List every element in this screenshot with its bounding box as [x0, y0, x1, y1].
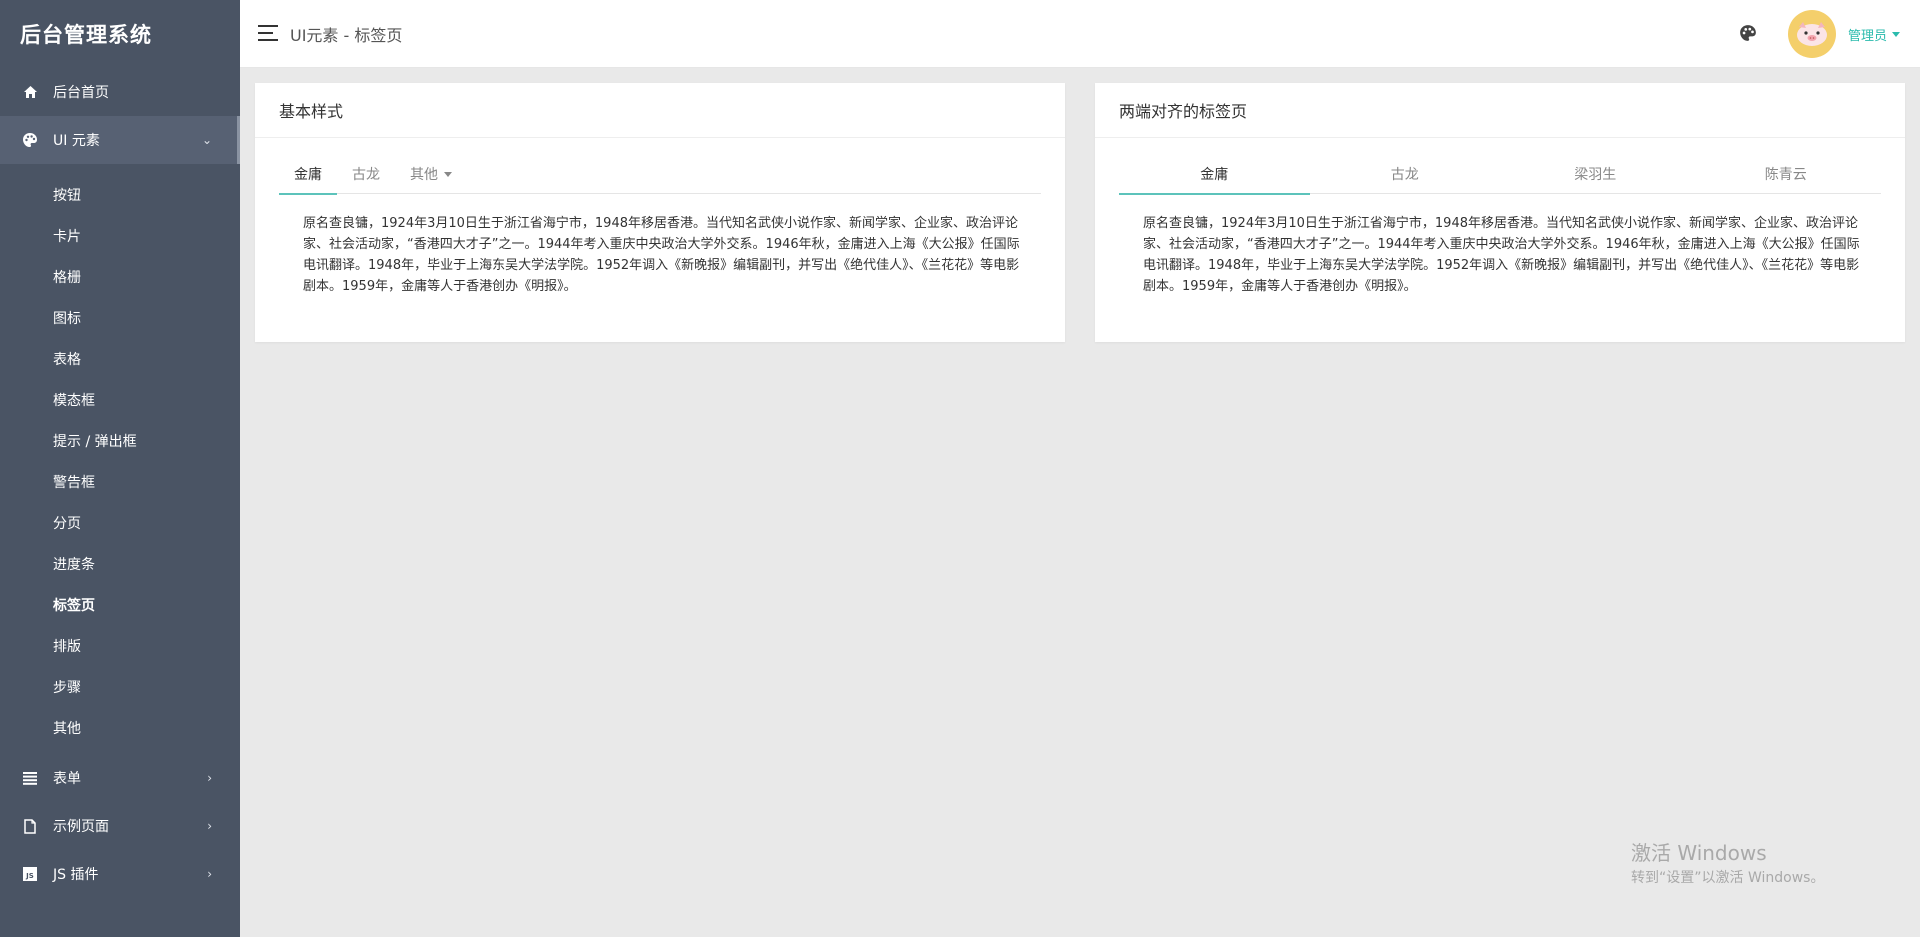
tab-content: 原名查良镛，1924年3月10日生于浙江省海宁市，1948年移居香港。当代知名武…	[1143, 216, 1860, 294]
sidebar-item-label: UI 元素	[53, 133, 100, 149]
chevron-right-icon: ›	[207, 819, 212, 833]
sidebar-item-js-plugins[interactable]: JS JS 插件 ›	[0, 850, 240, 898]
caret-down-icon	[1892, 32, 1901, 37]
sidebar-subitem-progress[interactable]: 进度条	[0, 543, 240, 584]
tab-jinyong[interactable]: 金庸	[1119, 154, 1310, 195]
js-icon: JS	[22, 866, 38, 882]
home-icon	[22, 84, 38, 100]
user-name: 管理员	[1848, 29, 1888, 44]
sidebar-item-label: 示例页面	[53, 819, 109, 835]
sidebar-subitem-steps[interactable]: 步骤	[0, 666, 240, 707]
tab-gulong[interactable]: 古龙	[1310, 154, 1501, 194]
tab-other-dropdown[interactable]: 其他	[395, 154, 467, 194]
chevron-right-icon: ›	[207, 867, 212, 881]
hamburger-icon[interactable]	[258, 25, 278, 41]
svg-text:JS: JS	[25, 872, 34, 880]
tab-gulong[interactable]: 古龙	[337, 154, 395, 194]
tab-liangyusheng[interactable]: 梁羽生	[1500, 154, 1691, 194]
sidebar-item-label: JS 插件	[53, 867, 99, 883]
tab-chenqingyun[interactable]: 陈青云	[1691, 154, 1882, 194]
sidebar-item-forms[interactable]: 表单 ›	[0, 754, 240, 802]
chevron-down-icon: ⌄	[201, 133, 212, 147]
sidebar-subitem-buttons[interactable]: 按钮	[0, 174, 240, 215]
sidebar-item-label: 后台首页	[53, 85, 109, 101]
tab-jinyong[interactable]: 金庸	[279, 154, 337, 195]
watermark-subtitle: 转到“设置”以激活 Windows。	[1631, 870, 1825, 886]
sidebar-subitem-tables[interactable]: 表格	[0, 338, 240, 379]
topbar: UI元素 - 标签页 管理员	[240, 0, 1920, 68]
sidebar-item-examples[interactable]: 示例页面 ›	[0, 802, 240, 850]
palette-icon[interactable]	[1739, 24, 1759, 44]
tab-bar: 金庸 古龙 梁羽生 陈青云	[1119, 154, 1882, 195]
avatar[interactable]	[1788, 10, 1836, 58]
user-menu[interactable]: 管理员	[1848, 25, 1901, 44]
windows-activation-watermark: 激活 Windows 转到“设置”以激活 Windows。	[1631, 840, 1824, 888]
sidebar-subitem-pagination[interactable]: 分页	[0, 502, 240, 543]
tab-label: 其他	[410, 167, 438, 183]
card-justified-tabs: 两端对齐的标签页 金庸 古龙 梁羽生 陈青云 原名查良镛，1924年3月10日生…	[1095, 83, 1905, 342]
card-title: 两端对齐的标签页	[1095, 83, 1905, 138]
sidebar-subitem-modal[interactable]: 模态框	[0, 379, 240, 420]
tab-content: 原名查良镛，1924年3月10日生于浙江省海宁市，1948年移居香港。当代知名武…	[303, 216, 1020, 294]
app-title: 后台管理系统	[20, 23, 152, 47]
sidebar-subitem-tooltip-popover[interactable]: 提示 / 弹出框	[0, 420, 240, 461]
card-basic-style: 基本样式 金庸 古龙 其他 原名查良镛，1924年3月10日生于浙江省海宁市，1…	[255, 83, 1065, 342]
palette-icon	[22, 132, 38, 148]
sidebar: 后台管理系统 后台首页 UI 元素 ⌄ 按钮 卡片 格栅 图标 表格 模态框 提…	[0, 0, 240, 937]
sidebar-subnav-ui: 按钮 卡片 格栅 图标 表格 模态框 提示 / 弹出框 警告框 分页 进度条 标…	[0, 164, 240, 754]
sidebar-item-ui-elements[interactable]: UI 元素 ⌄	[0, 116, 240, 164]
sidebar-item-label: 表单	[53, 771, 81, 787]
card-title: 基本样式	[255, 83, 1065, 138]
tab-bar: 金庸 古龙 其他	[279, 154, 1041, 195]
sidebar-subitem-cards[interactable]: 卡片	[0, 215, 240, 256]
list-icon	[22, 770, 38, 786]
page-title: UI元素 - 标签页	[290, 26, 403, 45]
sidebar-subitem-icons[interactable]: 图标	[0, 297, 240, 338]
chevron-right-icon: ›	[207, 771, 212, 785]
caret-down-icon	[444, 171, 452, 177]
sidebar-subitem-tabs[interactable]: 标签页	[0, 584, 240, 625]
sidebar-subitem-typography[interactable]: 排版	[0, 625, 240, 666]
watermark-title: 激活 Windows	[1631, 841, 1767, 865]
sidebar-item-home[interactable]: 后台首页	[0, 68, 240, 116]
sidebar-subitem-other[interactable]: 其他	[0, 707, 240, 748]
sidebar-subitem-grid[interactable]: 格栅	[0, 256, 240, 297]
file-icon	[22, 818, 38, 834]
sidebar-subitem-alerts[interactable]: 警告框	[0, 461, 240, 502]
